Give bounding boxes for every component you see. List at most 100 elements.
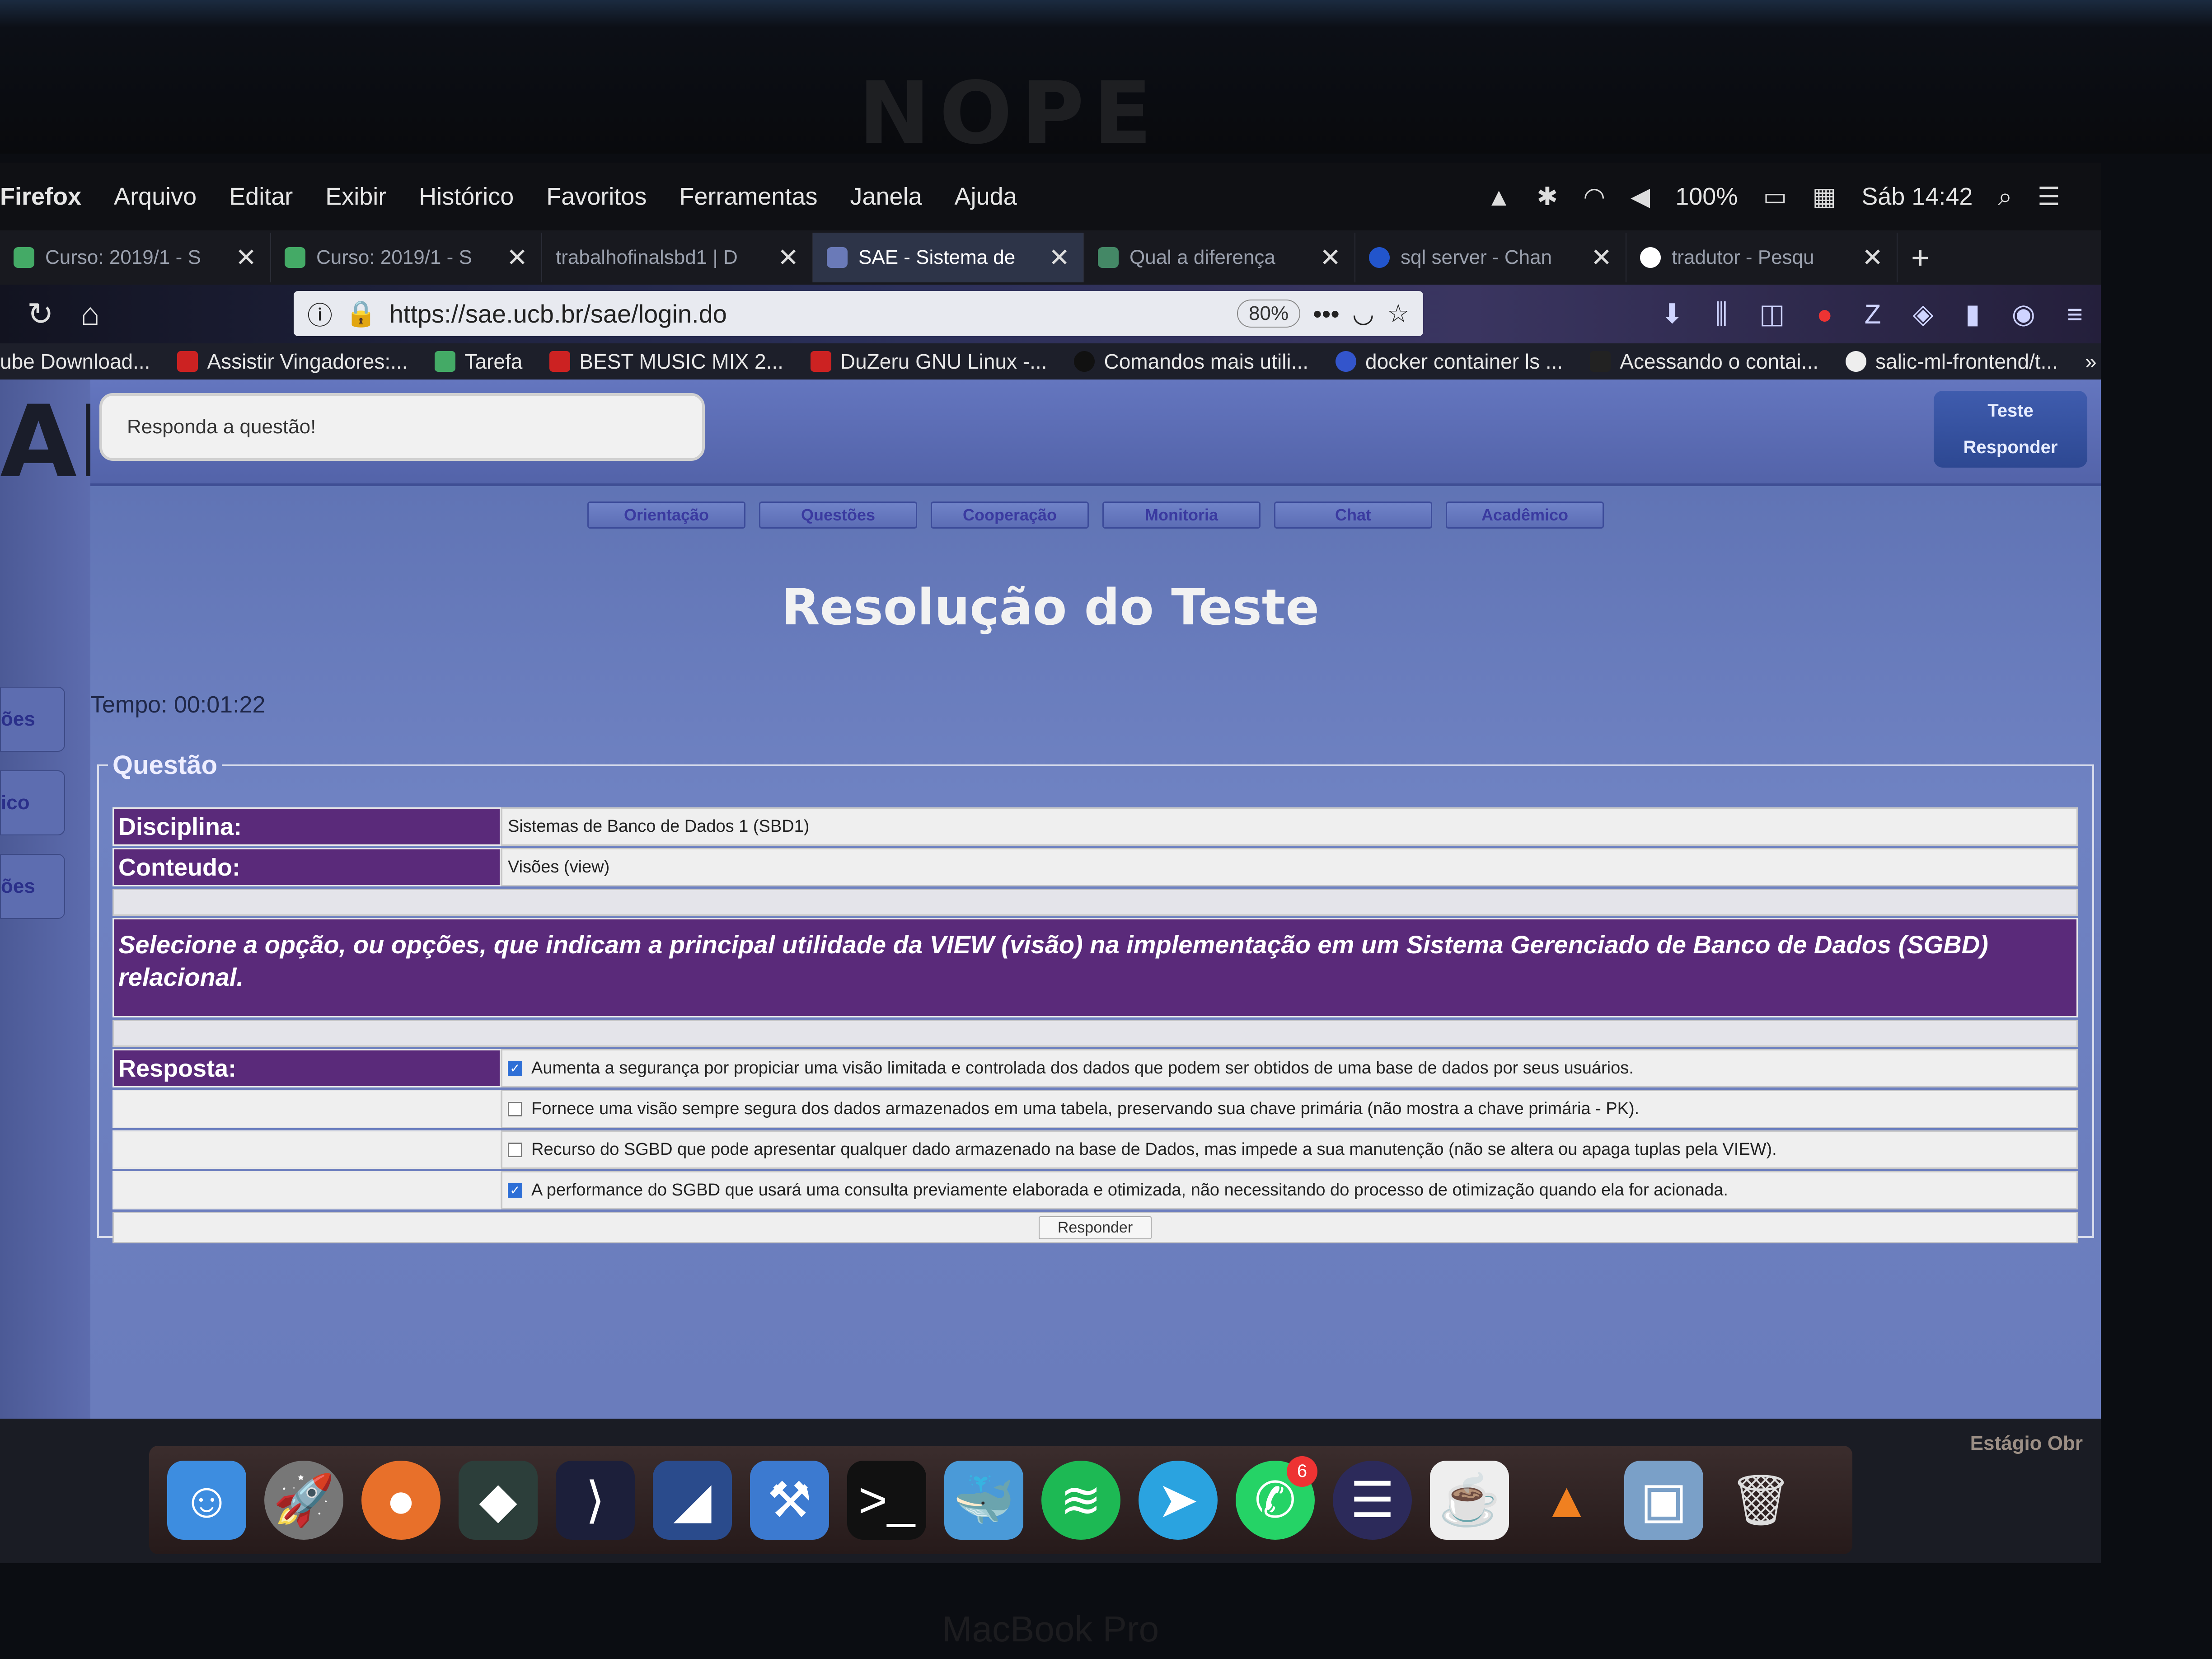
notification-center-icon[interactable]: ☰ xyxy=(2038,182,2060,211)
checkbox-unchecked[interactable] xyxy=(508,1142,522,1157)
bookmark-item[interactable]: Tarefa xyxy=(435,349,522,374)
info-icon[interactable]: ⓘ xyxy=(307,295,333,332)
menu-janela[interactable]: Janela xyxy=(850,183,922,211)
calendar-icon[interactable]: ▦ xyxy=(1812,182,1836,211)
checkbox-unchecked[interactable] xyxy=(508,1101,522,1116)
download-icon[interactable]: ⬇ xyxy=(1661,298,1683,330)
browser-tab[interactable]: Curso: 2019/1 - S ✕ xyxy=(0,233,271,282)
translate-icon[interactable]: ◈ xyxy=(1912,298,1933,330)
answer-option[interactable]: Fornece uma visão sempre segura dos dado… xyxy=(501,1090,2078,1128)
menu-exibir[interactable]: Exibir xyxy=(325,183,386,211)
spotlight-search-icon[interactable]: ⌕ xyxy=(1998,182,2012,212)
vscode-icon[interactable]: ⟩ xyxy=(556,1460,635,1540)
menu-app-name[interactable]: Firefox xyxy=(0,183,81,211)
sidebar-tab[interactable]: ico xyxy=(0,770,65,835)
browser-tab[interactable]: Qual a diferença ✕ xyxy=(1084,233,1355,282)
bookmark-item[interactable]: salic-ml-frontend/t... xyxy=(1846,349,2058,374)
bookmark-item[interactable]: docker container ls ... xyxy=(1335,349,1563,374)
bookmark-item[interactable]: Assistir Vingadores:... xyxy=(177,349,408,374)
vlc-icon[interactable]: ▲ xyxy=(1527,1461,1606,1540)
bookmark-item[interactable]: Acessando o contai... xyxy=(1590,349,1818,374)
sidebar-tab[interactable]: ões xyxy=(0,687,65,752)
extension-icon[interactable]: ▮ xyxy=(1965,298,1980,330)
new-tab-button[interactable]: + xyxy=(1911,239,1930,276)
close-tab-icon[interactable]: ✕ xyxy=(1049,243,1070,272)
sidebar-tab[interactable]: ões xyxy=(0,854,65,919)
close-tab-icon[interactable]: ✕ xyxy=(235,243,257,272)
java-icon[interactable]: ☕ xyxy=(1430,1460,1509,1540)
hamburger-menu-icon[interactable]: ≡ xyxy=(2067,299,2083,330)
page-actions-icon[interactable]: ••• xyxy=(1313,299,1340,328)
pocket-icon[interactable]: ◡ xyxy=(1352,299,1374,328)
url-text[interactable]: https://sae.ucb.br/sae/login.do xyxy=(389,299,1224,328)
battery-percent[interactable]: 100% xyxy=(1675,183,1738,211)
answer-option[interactable]: ✓ Aumenta a segurança por propiciar uma v… xyxy=(501,1049,2078,1087)
more-bookmarks-icon[interactable]: » xyxy=(2085,349,2097,374)
checkbox-checked[interactable]: ✓ xyxy=(508,1183,522,1198)
wifi-icon[interactable]: ◠ xyxy=(1583,182,1605,211)
close-tab-icon[interactable]: ✕ xyxy=(1320,243,1341,272)
bookmark-item[interactable]: DuZeru GNU Linux -... xyxy=(810,349,1047,374)
spotify-icon[interactable]: ≋ xyxy=(1041,1460,1120,1540)
vlc-status-icon[interactable]: ▲ xyxy=(1486,182,1511,211)
xcode-icon[interactable]: ⚒ xyxy=(750,1460,829,1540)
responder-button[interactable]: Responder xyxy=(1038,1216,1152,1239)
tab-chat[interactable]: Chat xyxy=(1274,501,1432,529)
battery-icon[interactable]: ▭ xyxy=(1763,182,1787,211)
preview-icon[interactable]: ▣ xyxy=(1624,1460,1703,1540)
tab-monitoria[interactable]: Monitoria xyxy=(1102,501,1261,529)
bookmark-item[interactable]: ube Download... xyxy=(0,349,150,374)
tab-orientacao[interactable]: Orientação xyxy=(587,501,745,529)
tab-questoes[interactable]: Questões xyxy=(759,501,917,529)
firefox-icon[interactable]: ● xyxy=(361,1460,441,1540)
menu-editar[interactable]: Editar xyxy=(229,183,293,211)
trash-icon[interactable]: 🗑 xyxy=(1721,1461,1800,1540)
sidebar-icon[interactable]: ◫ xyxy=(1759,298,1785,330)
zotero-icon[interactable]: Z xyxy=(1865,299,1881,330)
answer-option[interactable]: ✓ A performance do SGBD que usará uma con… xyxy=(501,1171,2078,1209)
checkbox-checked[interactable]: ✓ xyxy=(508,1061,522,1076)
browser-tab[interactable]: Curso: 2019/1 - S ✕ xyxy=(271,233,542,282)
bookmark-item[interactable]: Comandos mais utili... xyxy=(1074,349,1308,374)
whatsapp-icon[interactable]: ✆ 6 xyxy=(1236,1456,1317,1540)
close-tab-icon[interactable]: ✕ xyxy=(1591,243,1612,272)
clock[interactable]: Sáb 14:42 xyxy=(1861,183,1973,211)
adblock-icon[interactable]: ● xyxy=(1817,299,1833,330)
finder-icon[interactable]: ☺ xyxy=(167,1460,246,1540)
account-icon[interactable]: ◉ xyxy=(2012,298,2035,330)
answer-option[interactable]: Recurso do SGBD que pode apresentar qual… xyxy=(501,1130,2078,1169)
menu-historico[interactable]: Histórico xyxy=(419,183,514,211)
desktop-folder-label[interactable]: Estágio Obr xyxy=(1970,1432,2083,1455)
close-tab-icon[interactable]: ✕ xyxy=(1862,243,1883,272)
volume-icon[interactable]: ◀ xyxy=(1631,182,1650,211)
docker-icon[interactable]: 🐳 xyxy=(944,1460,1023,1540)
menu-ferramentas[interactable]: Ferramentas xyxy=(679,183,817,211)
browser-tab-active[interactable]: SAE - Sistema de ✕ xyxy=(813,233,1084,282)
bluetooth-icon[interactable]: ✱ xyxy=(1537,182,1558,211)
home-icon[interactable]: ⌂ xyxy=(81,296,100,332)
mysql-workbench-icon[interactable]: ◢ xyxy=(653,1460,732,1540)
browser-tab[interactable]: tradutor - Pesqu ✕ xyxy=(1626,233,1898,282)
launchpad-icon[interactable]: 🚀 xyxy=(264,1460,343,1540)
browser-tab[interactable]: trabalhofinalsbd1 | D ✕ xyxy=(542,233,813,282)
tab-academico[interactable]: Acadêmico xyxy=(1446,501,1604,529)
reload-icon[interactable]: ↻ xyxy=(27,295,54,333)
bookmark-star-icon[interactable]: ☆ xyxy=(1387,299,1410,328)
telegram-icon[interactable]: ➤ xyxy=(1139,1460,1218,1540)
gitkraken-icon[interactable]: ◆ xyxy=(459,1460,538,1540)
zoom-level[interactable]: 80% xyxy=(1237,300,1301,328)
menu-arquivo[interactable]: Arquivo xyxy=(114,183,197,211)
menu-ajuda[interactable]: Ajuda xyxy=(955,183,1017,211)
browser-tab[interactable]: sql server - Chan ✕ xyxy=(1355,233,1626,282)
address-bar[interactable]: ⓘ 🔒 https://sae.ucb.br/sae/login.do 80% … xyxy=(294,291,1423,336)
lock-icon[interactable]: 🔒 xyxy=(345,299,377,328)
tab-cooperacao[interactable]: Cooperação xyxy=(931,501,1089,529)
close-tab-icon[interactable]: ✕ xyxy=(778,243,799,272)
terminal-icon[interactable]: >_ xyxy=(847,1460,926,1540)
eclipse-icon[interactable]: ☰ xyxy=(1333,1460,1412,1540)
library-icon[interactable]: ⫼ xyxy=(1715,298,1728,330)
close-tab-icon[interactable]: ✕ xyxy=(506,243,528,272)
menu-favoritos[interactable]: Favoritos xyxy=(546,183,647,211)
test-respond-button[interactable]: Teste Responder xyxy=(1934,391,2087,468)
bookmark-item[interactable]: BEST MUSIC MIX 2... xyxy=(549,349,783,374)
